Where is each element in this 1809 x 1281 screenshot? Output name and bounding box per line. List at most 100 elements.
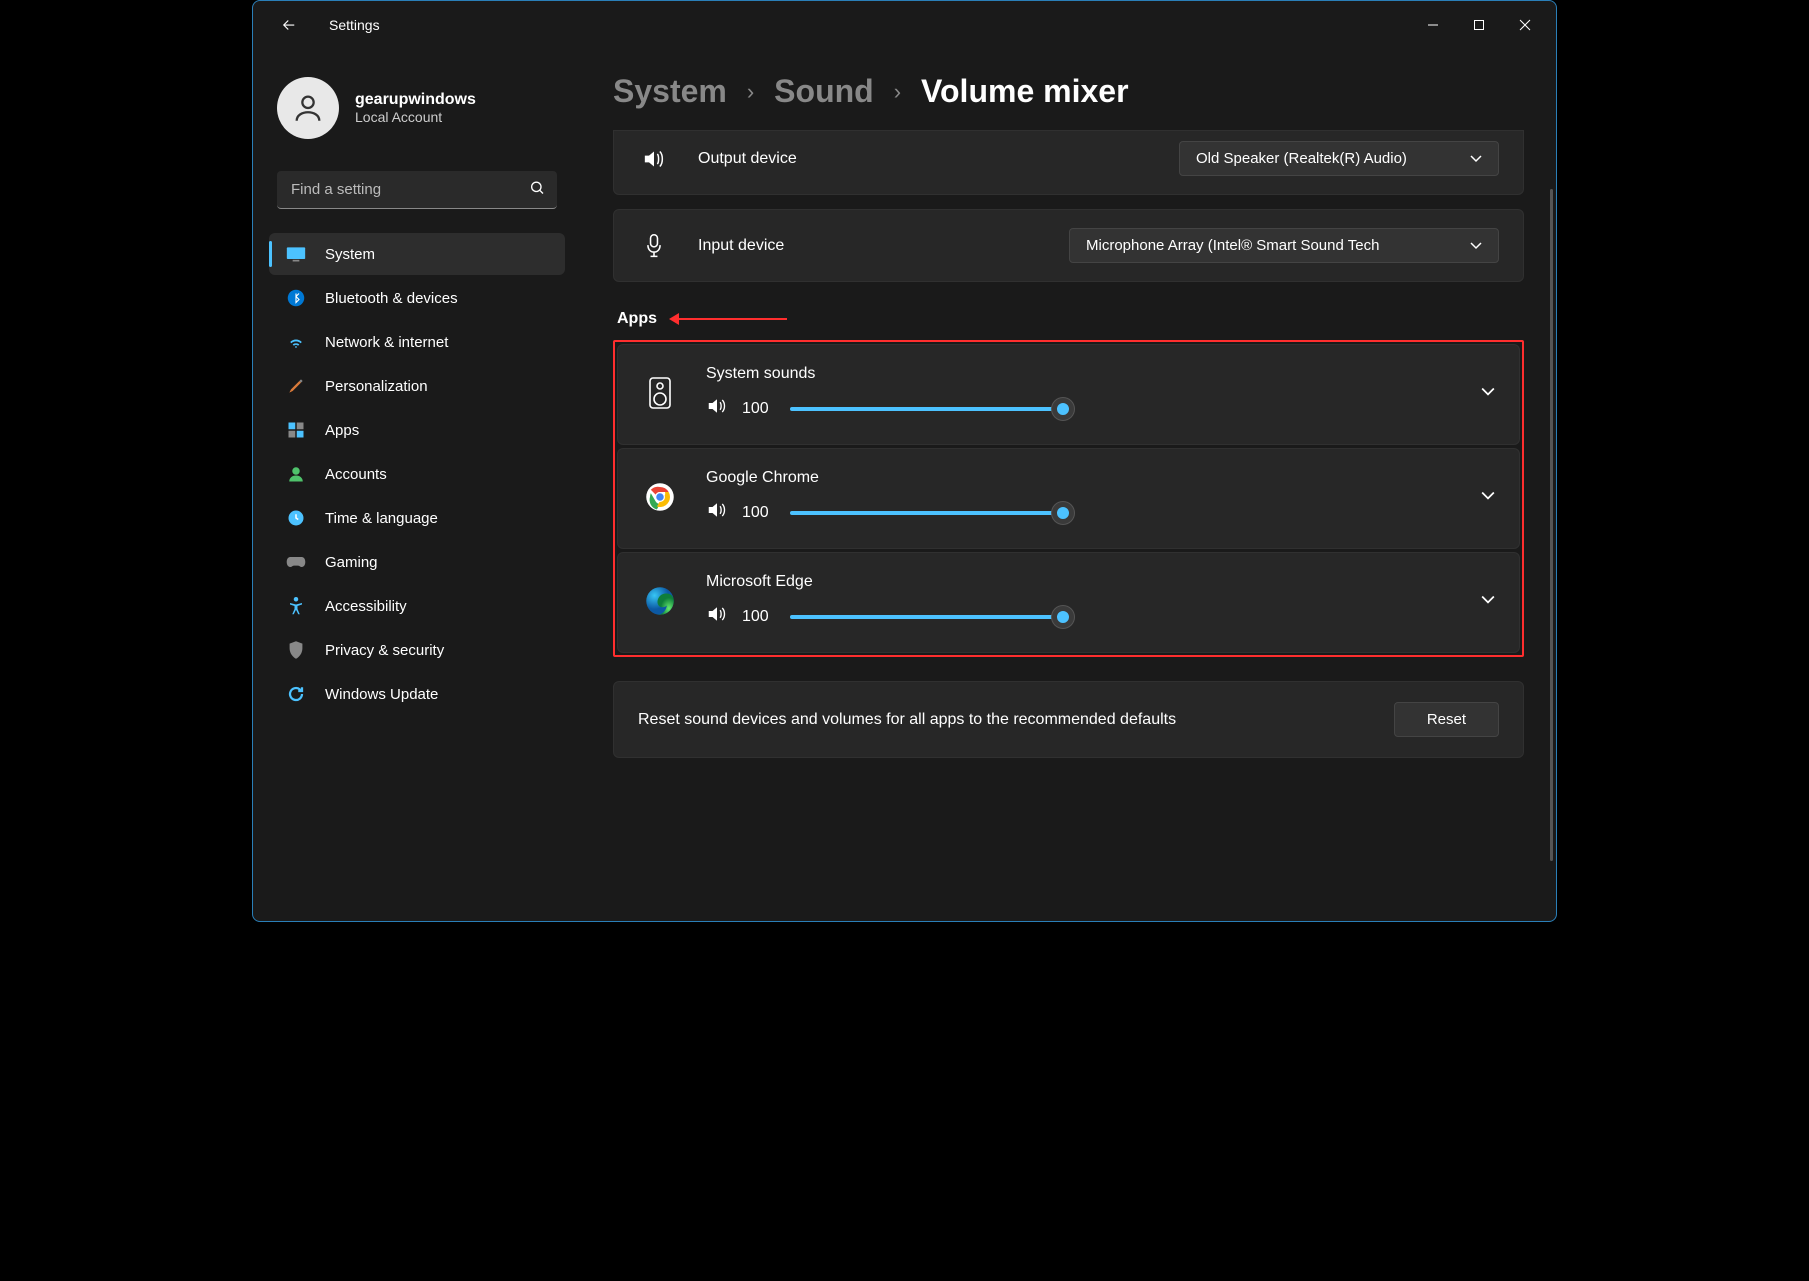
chevron-right-icon: › <box>747 79 754 105</box>
sidebar-item-label: Windows Update <box>325 686 438 703</box>
output-device-value: Old Speaker (Realtek(R) Audio) <box>1196 150 1454 167</box>
app-row-edge: Microsoft Edge 100 <box>617 552 1520 653</box>
sidebar-item-label: Time & language <box>325 510 438 527</box>
minimize-button[interactable] <box>1410 9 1456 41</box>
search-box <box>277 171 557 209</box>
app-row-system-sounds: System sounds 100 <box>617 344 1520 445</box>
sidebar-item-label: Bluetooth & devices <box>325 290 458 307</box>
output-device-row: Output device Old Speaker (Realtek(R) Au… <box>613 130 1524 195</box>
slider-thumb[interactable] <box>1052 606 1074 628</box>
scroll-area[interactable]: Output device Old Speaker (Realtek(R) Au… <box>613 130 1532 921</box>
sidebar: gearupwindows Local Account System Bluet… <box>253 49 573 921</box>
volume-icon[interactable] <box>706 397 728 420</box>
chrome-icon <box>642 479 678 515</box>
volume-slider[interactable] <box>790 607 1070 627</box>
chevron-down-icon <box>1470 237 1482 254</box>
sidebar-item-bluetooth[interactable]: Bluetooth & devices <box>269 277 565 319</box>
input-device-row: Input device Microphone Array (Intel® Sm… <box>613 209 1524 282</box>
update-icon <box>285 683 307 705</box>
nav-list: System Bluetooth & devices Network & int… <box>269 233 565 715</box>
volume-icon[interactable] <box>706 501 728 524</box>
sidebar-item-label: Accounts <box>325 466 387 483</box>
breadcrumb: System › Sound › Volume mixer <box>613 73 1532 110</box>
app-name: System sounds <box>706 365 1453 383</box>
profile-block[interactable]: gearupwindows Local Account <box>269 65 565 163</box>
input-device-label: Input device <box>698 237 878 255</box>
volume-value: 100 <box>742 608 776 626</box>
close-button[interactable] <box>1502 9 1548 41</box>
sidebar-item-accessibility[interactable]: Accessibility <box>269 585 565 627</box>
person-icon <box>285 463 307 485</box>
reset-description: Reset sound devices and volumes for all … <box>638 708 1370 732</box>
back-button[interactable] <box>273 9 305 41</box>
maximize-button[interactable] <box>1456 9 1502 41</box>
annotation-arrow <box>677 318 787 320</box>
sidebar-item-label: Personalization <box>325 378 428 395</box>
sidebar-item-label: Gaming <box>325 554 378 571</box>
window-title: Settings <box>329 17 380 33</box>
paintbrush-icon <box>285 375 307 397</box>
sidebar-item-label: Apps <box>325 422 359 439</box>
profile-subtitle: Local Account <box>355 109 476 125</box>
search-input[interactable] <box>277 171 557 209</box>
volume-value: 100 <box>742 504 776 522</box>
profile-name: gearupwindows <box>355 91 476 109</box>
search-icon <box>529 180 545 201</box>
sidebar-item-time[interactable]: Time & language <box>269 497 565 539</box>
chevron-down-icon <box>1470 150 1482 167</box>
sidebar-item-gaming[interactable]: Gaming <box>269 541 565 583</box>
expand-button[interactable] <box>1481 488 1495 506</box>
speaker-icon <box>638 149 670 169</box>
sidebar-item-label: Network & internet <box>325 334 448 351</box>
wifi-icon <box>285 331 307 353</box>
app-name: Microsoft Edge <box>706 573 1453 591</box>
slider-thumb[interactable] <box>1052 398 1074 420</box>
sidebar-item-label: Privacy & security <box>325 642 444 659</box>
volume-slider[interactable] <box>790 503 1070 523</box>
edge-icon <box>642 583 678 619</box>
output-device-label: Output device <box>698 150 878 168</box>
sidebar-item-label: System <box>325 246 375 263</box>
breadcrumb-current: Volume mixer <box>921 73 1128 110</box>
avatar <box>277 77 339 139</box>
volume-icon[interactable] <box>706 605 728 628</box>
volume-slider[interactable] <box>790 399 1070 419</box>
bluetooth-icon <box>285 287 307 309</box>
sidebar-item-apps[interactable]: Apps <box>269 409 565 451</box>
titlebar: Settings <box>253 1 1556 49</box>
system-sounds-icon <box>642 375 678 411</box>
sidebar-item-privacy[interactable]: Privacy & security <box>269 629 565 671</box>
sidebar-item-label: Accessibility <box>325 598 407 615</box>
expand-button[interactable] <box>1481 384 1495 402</box>
volume-value: 100 <box>742 400 776 418</box>
sidebar-item-update[interactable]: Windows Update <box>269 673 565 715</box>
content-area: System › Sound › Volume mixer Output dev… <box>573 49 1556 921</box>
slider-thumb[interactable] <box>1052 502 1074 524</box>
breadcrumb-sound[interactable]: Sound <box>774 73 874 110</box>
breadcrumb-system[interactable]: System <box>613 73 727 110</box>
input-device-dropdown[interactable]: Microphone Array (Intel® Smart Sound Tec… <box>1069 228 1499 263</box>
chevron-right-icon: › <box>894 79 901 105</box>
system-icon <box>285 243 307 265</box>
output-device-dropdown[interactable]: Old Speaker (Realtek(R) Audio) <box>1179 141 1499 176</box>
shield-icon <box>285 639 307 661</box>
apps-section-title: Apps <box>617 310 1524 328</box>
gamepad-icon <box>285 551 307 573</box>
expand-button[interactable] <box>1481 592 1495 610</box>
sidebar-item-personalization[interactable]: Personalization <box>269 365 565 407</box>
clock-icon <box>285 507 307 529</box>
microphone-icon <box>638 233 670 259</box>
input-device-value: Microphone Array (Intel® Smart Sound Tec… <box>1086 237 1454 254</box>
annotation-box: System sounds 100 <box>613 340 1524 657</box>
reset-button[interactable]: Reset <box>1394 702 1499 737</box>
scrollbar[interactable] <box>1550 189 1553 861</box>
accessibility-icon <box>285 595 307 617</box>
reset-row: Reset sound devices and volumes for all … <box>613 681 1524 758</box>
apps-icon <box>285 419 307 441</box>
sidebar-item-network[interactable]: Network & internet <box>269 321 565 363</box>
settings-window: Settings gearupwindows Local Account <box>252 0 1557 922</box>
sidebar-item-system[interactable]: System <box>269 233 565 275</box>
app-row-chrome: Google Chrome 100 <box>617 448 1520 549</box>
app-name: Google Chrome <box>706 469 1453 487</box>
sidebar-item-accounts[interactable]: Accounts <box>269 453 565 495</box>
